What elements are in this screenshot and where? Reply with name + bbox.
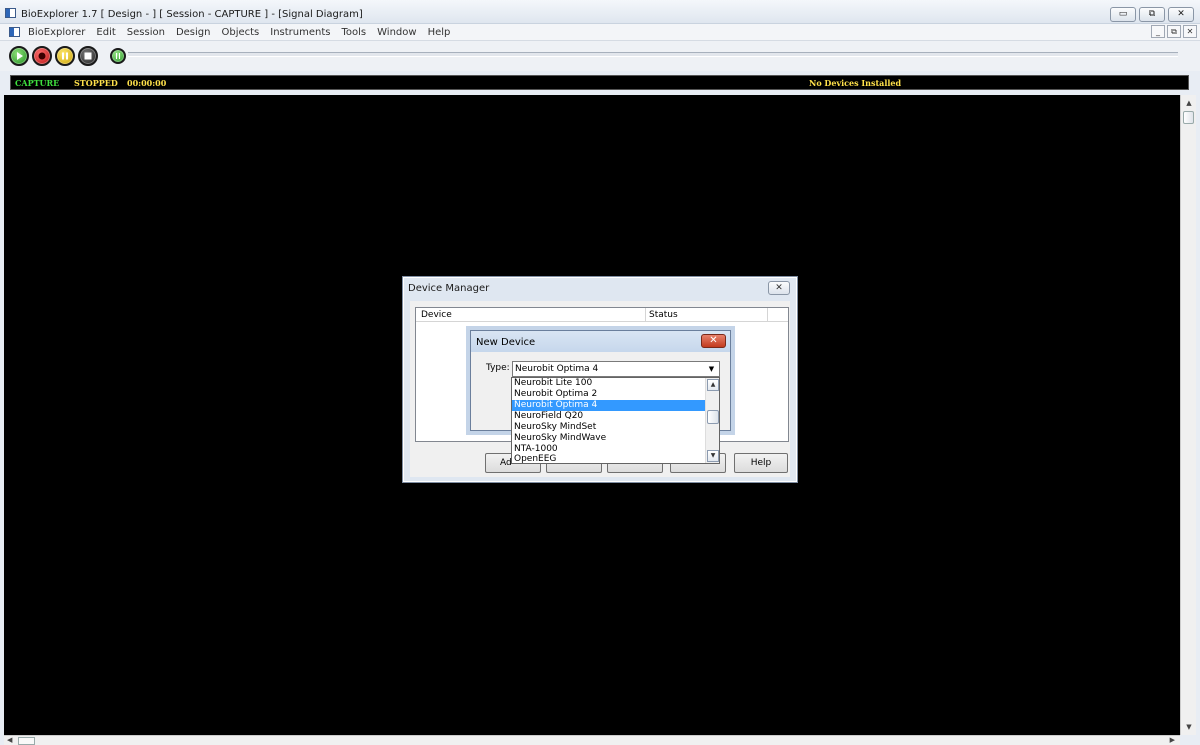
column-device[interactable]: Device (416, 308, 646, 322)
menu-edit[interactable]: Edit (96, 27, 115, 38)
pause-icon (62, 52, 68, 60)
menu-help[interactable]: Help (428, 27, 451, 38)
type-label: Type: (486, 363, 510, 373)
column-status[interactable]: Status (646, 308, 768, 322)
play-icon (17, 52, 23, 60)
device-type-dropdown[interactable]: Neurobit Lite 100 Neurobit Optima 2 Neur… (511, 377, 720, 464)
device-manager-close-button[interactable]: ✕ (768, 281, 790, 295)
device-type-select[interactable]: Neurobit Optima 4 ▼ (512, 361, 720, 377)
restore-button[interactable]: ⧉ (1139, 7, 1165, 22)
menu-design[interactable]: Design (176, 27, 211, 38)
option-neurobit-optima-2[interactable]: Neurobit Optima 2 (512, 389, 705, 400)
new-device-close-button[interactable]: ✕ (701, 334, 726, 348)
option-neurosky-mindset[interactable]: NeuroSky MindSet (512, 422, 705, 433)
device-list-header: Device Status (416, 308, 788, 322)
menu-tools[interactable]: Tools (341, 27, 366, 38)
device-manager-title: Device Manager (408, 283, 490, 294)
new-device-titlebar: New Device ✕ (471, 331, 730, 352)
vertical-scrollbar[interactable]: ▲ ▼ (1180, 95, 1196, 735)
record-icon (38, 52, 46, 60)
option-neurobit-optima-4[interactable]: Neurobit Optima 4 (512, 400, 705, 411)
menu-window[interactable]: Window (377, 27, 416, 38)
option-neurofield-q20[interactable]: NeuroField Q20 (512, 411, 705, 422)
device-type-value: Neurobit Optima 4 (515, 364, 599, 374)
toolbar (0, 41, 1200, 71)
dropdown-scroll-up-icon[interactable]: ▲ (707, 379, 719, 391)
new-device-title: New Device (476, 337, 536, 348)
status-time: 00:00:00 (127, 78, 167, 88)
app-icon (5, 8, 16, 18)
dropdown-scroll-down-icon[interactable]: ▼ (707, 450, 719, 462)
status-mode: CAPTURE (15, 78, 60, 88)
status-state: STOPPED (74, 78, 118, 88)
menu-objects[interactable]: Objects (221, 27, 259, 38)
minimize-button[interactable]: ▭ (1110, 7, 1136, 22)
chevron-down-icon[interactable]: ▼ (704, 362, 719, 376)
scan-icon (116, 53, 120, 59)
stop-button[interactable] (78, 46, 98, 66)
close-button[interactable]: ✕ (1168, 7, 1194, 22)
status-devices: No Devices Installed (809, 78, 902, 88)
help-button[interactable]: Help (734, 453, 788, 473)
option-neurosky-mindwave[interactable]: NeuroSky MindWave (512, 433, 705, 444)
hscroll-thumb[interactable] (18, 737, 35, 745)
menu-instruments[interactable]: Instruments (270, 27, 330, 38)
option-openeeg[interactable]: OpenEEG (512, 454, 705, 465)
title-bar: BioExplorer 1.7 [ Design - ] [ Session -… (0, 0, 1200, 24)
scroll-right-icon[interactable]: ▶ (1170, 736, 1175, 744)
mdi-close-button[interactable]: ✕ (1183, 25, 1197, 38)
scroll-up-icon[interactable]: ▲ (1181, 95, 1197, 111)
option-neurobit-lite-100[interactable]: Neurobit Lite 100 (512, 378, 705, 389)
dropdown-scroll-thumb[interactable] (707, 410, 719, 424)
window-controls: ▭ ⧉ ✕ (1110, 7, 1194, 22)
document-icon[interactable] (9, 27, 20, 37)
scroll-left-icon[interactable]: ◀ (7, 736, 12, 744)
session-status-bar: CAPTURE STOPPED 00:00:00 No Devices Inst… (10, 75, 1189, 90)
mdi-minimize-button[interactable]: _ (1151, 25, 1165, 38)
scroll-thumb[interactable] (1183, 111, 1194, 124)
menu-bioexplorer[interactable]: BioExplorer (28, 27, 85, 38)
stop-icon (84, 52, 92, 60)
menu-bar: BioExplorer Edit Session Design Objects … (0, 24, 1200, 41)
record-button[interactable] (32, 46, 52, 66)
scan-button[interactable] (110, 48, 126, 64)
menu-session[interactable]: Session (127, 27, 165, 38)
pause-button[interactable] (55, 46, 75, 66)
window-title: BioExplorer 1.7 [ Design - ] [ Session -… (21, 9, 363, 20)
horizontal-scrollbar[interactable]: ◀ ▶ (4, 735, 1180, 745)
mdi-restore-button[interactable]: ⧉ (1167, 25, 1181, 38)
scroll-down-icon[interactable]: ▼ (1181, 719, 1197, 735)
play-button[interactable] (9, 46, 29, 66)
dropdown-scrollbar[interactable]: ▲ ▼ (705, 378, 719, 463)
position-slider[interactable] (128, 52, 1178, 57)
